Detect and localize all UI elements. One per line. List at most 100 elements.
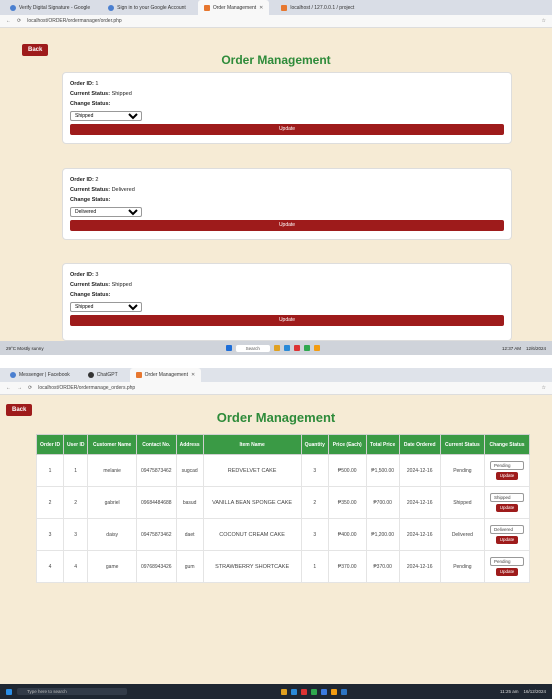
- close-tab-icon[interactable]: ✕: [191, 372, 195, 378]
- table-cell: 1: [63, 454, 89, 487]
- browser-tab[interactable]: Messenger | Facebook: [4, 368, 76, 382]
- app-icon[interactable]: [313, 344, 320, 351]
- table-cell: ₱370.00: [365, 550, 400, 583]
- table-cell: Delivered: [439, 518, 486, 551]
- browser-tab[interactable]: ChatGPT: [82, 368, 124, 382]
- table-cell: 1: [35, 454, 65, 487]
- clock-date: 12/6/2024: [525, 345, 546, 351]
- table-cell: sugcad: [175, 454, 204, 487]
- update-button[interactable]: Update: [70, 315, 504, 326]
- table-cell: game: [87, 550, 138, 583]
- table-cell: ₱1,200.00: [365, 518, 400, 551]
- browser-tab[interactable]: Sign in to your Google Account: [102, 0, 192, 15]
- reload-icon[interactable]: ⟳: [17, 18, 21, 24]
- browser-tab-active[interactable]: Order Management ✕: [197, 0, 270, 15]
- update-button[interactable]: Update: [496, 536, 519, 544]
- browser-tab[interactable]: localhost / 127.0.0.1 / project: [275, 0, 360, 15]
- table-cell: 2: [63, 486, 89, 519]
- app-icon[interactable]: [293, 344, 300, 351]
- windows-start-icon[interactable]: [6, 688, 12, 695]
- status-select[interactable]: Pending: [490, 461, 525, 470]
- app-icon[interactable]: [300, 688, 307, 695]
- edge-icon[interactable]: [290, 688, 297, 695]
- table-cell: 2: [300, 486, 329, 519]
- column-header: Date Ordered: [398, 434, 441, 455]
- forward-arrow-icon[interactable]: →: [17, 385, 22, 391]
- weather-widget[interactable]: 29°C Mostly sunny: [6, 346, 44, 351]
- table-cell: Pending: [439, 454, 486, 487]
- tab-favicon-icon: [135, 372, 142, 378]
- order-card: Order ID: 1 Current Status: Shipped Chan…: [62, 72, 512, 144]
- table-cell: 3: [300, 454, 329, 487]
- table-cell: ₱700.00: [365, 486, 400, 519]
- file-explorer-icon[interactable]: [280, 688, 287, 695]
- windows-start-icon[interactable]: [225, 344, 232, 351]
- edge-icon[interactable]: [283, 344, 290, 351]
- back-arrow-icon[interactable]: ←: [6, 385, 11, 391]
- tab-favicon-icon: [281, 4, 288, 11]
- table-cell: ₱400.00: [327, 518, 367, 551]
- table-cell: ₱350.00: [327, 486, 367, 519]
- table-row: 3 3 daisy 09475873462 daet COCONUT CREAM CAKE…: [35, 518, 530, 551]
- column-header: Item Name: [202, 434, 302, 455]
- order-card: Order ID: 2 Current Status: Delivered Ch…: [62, 168, 512, 240]
- status-select[interactable]: Delivered: [70, 207, 142, 217]
- status-select[interactable]: Shipped: [490, 493, 525, 502]
- table-cell: basud: [175, 486, 204, 519]
- star-icon[interactable]: ☆: [542, 385, 546, 391]
- update-button[interactable]: Update: [496, 568, 519, 576]
- table-cell: ₱500.00: [327, 454, 367, 487]
- table-cell: STRAWBERRY SHORTCAKE: [202, 550, 302, 583]
- page-title: Order Management: [216, 410, 336, 425]
- page-title: Order Management: [221, 53, 331, 67]
- taskbar-search[interactable]: Search: [235, 344, 270, 352]
- browser-tab-active[interactable]: Order Management ✕: [129, 368, 202, 382]
- browser-tab-bar: Messenger | Facebook ChatGPT Order Manag…: [0, 368, 552, 382]
- close-tab-icon[interactable]: ✕: [259, 5, 263, 11]
- file-explorer-icon[interactable]: [273, 344, 280, 351]
- excel-icon[interactable]: [310, 688, 317, 695]
- table-row: 1 1 melanie 09475873462 sugcad REDVELVET CAKE…: [35, 454, 530, 487]
- table-row: 2 2 gabriel 09684484688 basud VANILLA BEAN SP…: [35, 486, 530, 519]
- table-cell: 2024-12-16: [398, 550, 441, 583]
- orders-table: Order ID User ID Customer Name Contact N…: [35, 434, 530, 583]
- table-cell: 2024-12-16: [398, 486, 441, 519]
- table-cell: ₱1,500.00: [365, 454, 400, 487]
- table-cell: 2024-12-16: [398, 454, 441, 487]
- status-select[interactable]: Shipped: [70, 302, 142, 312]
- table-cell: 09768943426: [136, 550, 177, 583]
- url-field[interactable]: localhost/ORDER/ordermanager/order.php: [27, 18, 535, 24]
- update-button[interactable]: Update: [496, 472, 519, 480]
- taskbar-apps: [280, 688, 347, 695]
- star-icon[interactable]: ☆: [542, 18, 546, 24]
- table-cell: REDVELVET CAKE: [202, 454, 302, 487]
- update-button[interactable]: Update: [70, 220, 504, 231]
- status-select[interactable]: Pending: [490, 557, 525, 566]
- clock-date: 16/12/2024: [523, 689, 546, 694]
- column-header: Quantity: [300, 434, 329, 455]
- browser-tab[interactable]: Verify Digital Signature - Google: [4, 0, 96, 15]
- taskbar-search[interactable]: Type here to search: [17, 688, 127, 695]
- update-button[interactable]: Update: [496, 504, 519, 512]
- tab-favicon-icon: [203, 4, 210, 11]
- url-field[interactable]: localhost/ORDER/ordermanage_orders.php: [38, 385, 535, 391]
- back-arrow-icon[interactable]: ←: [6, 18, 11, 24]
- app-icon[interactable]: [303, 344, 310, 351]
- chrome-icon[interactable]: [320, 688, 327, 695]
- table-cell: gabriel: [87, 486, 138, 519]
- current-status: Shipped: [111, 91, 132, 97]
- status-select[interactable]: Shipped: [70, 111, 142, 121]
- tab-favicon-icon: [108, 4, 115, 11]
- table-cell: 1: [300, 550, 329, 583]
- change-status-cell: Delivered Update: [484, 518, 530, 551]
- app-icon[interactable]: [330, 688, 337, 695]
- update-button[interactable]: Update: [70, 124, 504, 135]
- vscode-icon[interactable]: [340, 688, 347, 695]
- reload-icon[interactable]: ⟳: [28, 385, 32, 391]
- column-header: Current Status: [439, 434, 486, 455]
- column-header: Change Status: [484, 434, 530, 455]
- chatgpt-icon: [87, 372, 94, 378]
- address-bar: ← → ⟳ localhost/ORDER/ordermanage_orders…: [0, 382, 552, 395]
- taskbar-apps: Search: [225, 344, 320, 352]
- status-select[interactable]: Delivered: [490, 525, 525, 534]
